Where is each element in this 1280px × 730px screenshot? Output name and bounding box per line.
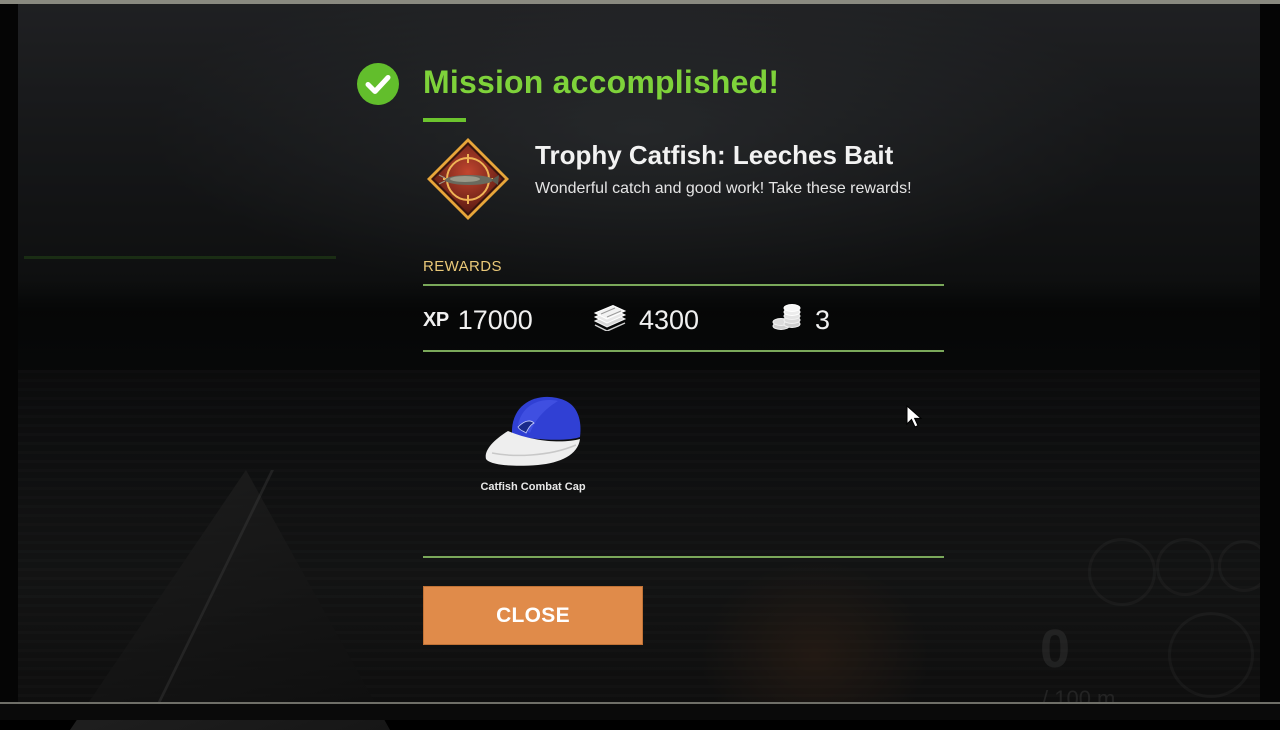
cap-icon	[485, 396, 581, 466]
mission-name: Trophy Catfish: Leeches Bait	[535, 140, 894, 170]
xp-reward: XP 17000	[423, 302, 533, 338]
money-stack-icon	[593, 304, 627, 336]
divider	[423, 350, 944, 352]
check-circle-icon	[357, 63, 399, 105]
mouse-cursor-icon	[906, 404, 924, 434]
coins-reward: 3	[771, 302, 830, 338]
money-reward: 4300	[593, 302, 699, 338]
mission-description: Wonderful catch and good work! Take thes…	[535, 180, 912, 197]
coins-value: 3	[815, 304, 831, 335]
divider	[423, 556, 944, 558]
frame-border-left	[0, 0, 18, 720]
catfish-badge-icon	[425, 136, 511, 222]
close-button-label: CLOSE	[496, 603, 570, 627]
xp-icon: XP	[423, 308, 449, 331]
dialog-title: Mission accomplished!	[423, 64, 780, 100]
item-name: Catfish Combat Cap	[480, 481, 586, 493]
title-underline	[423, 118, 466, 122]
mission-complete-dialog: Mission accomplished! Trophy Catfish: Le…	[355, 60, 955, 660]
frame-border-top	[0, 0, 1280, 4]
frame-border-right	[1260, 0, 1280, 720]
coin-stack-icon	[771, 303, 803, 337]
reward-item[interactable]: Catfish Combat Cap	[465, 385, 601, 493]
money-value: 4300	[639, 304, 700, 335]
divider	[423, 284, 944, 286]
xp-value: 17000	[457, 304, 533, 335]
close-button[interactable]: CLOSE	[423, 586, 643, 645]
frame-border-bottom	[0, 702, 1280, 720]
rewards-heading: REWARDS	[423, 258, 502, 275]
